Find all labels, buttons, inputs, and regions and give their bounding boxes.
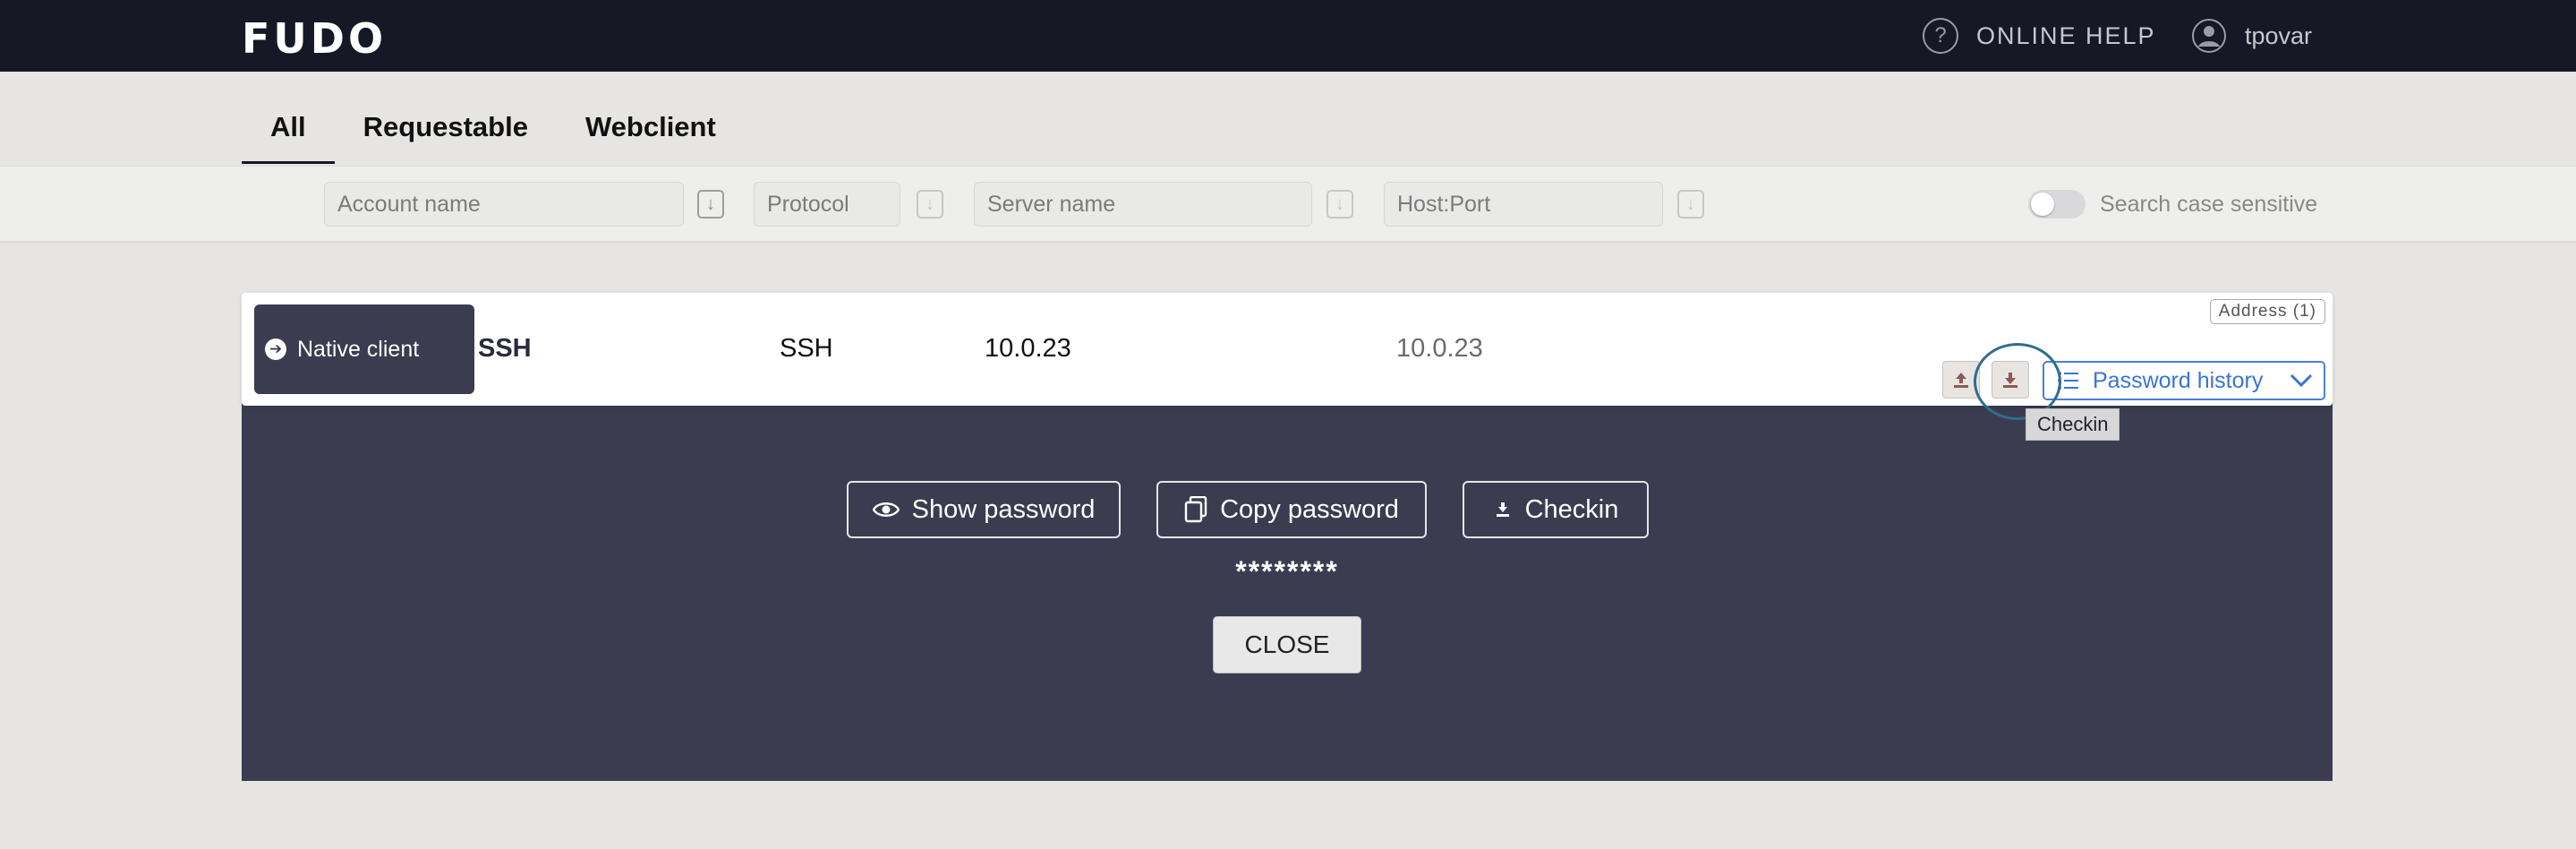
server-name-filter[interactable]: Server name bbox=[974, 182, 1312, 227]
user-avatar-icon bbox=[2192, 19, 2226, 53]
server-cell: 10.0.23 bbox=[985, 334, 1071, 363]
sort-protocol-button[interactable]: ↓ bbox=[917, 190, 943, 219]
online-help-label: ONLINE HELP bbox=[1976, 21, 2156, 49]
native-client-button[interactable]: ➔ Native client bbox=[254, 304, 474, 394]
password-history-label: Password history bbox=[2093, 367, 2264, 393]
sort-server-button[interactable]: ↓ bbox=[1326, 190, 1353, 219]
protocol-cell: SSH bbox=[780, 334, 833, 363]
tab-bar: All Requestable Webclient bbox=[242, 91, 773, 164]
host-cell: 10.0.23 bbox=[1396, 334, 1483, 363]
sort-arrow-icon: ↓ bbox=[706, 193, 715, 214]
tab-webclient[interactable]: Webclient bbox=[585, 91, 716, 164]
fudo-logo[interactable]: FUDO bbox=[242, 14, 387, 63]
case-sensitive-toggle[interactable] bbox=[2028, 190, 2086, 219]
arrow-right-icon: ➔ bbox=[265, 339, 286, 360]
eye-icon bbox=[872, 502, 900, 517]
password-history-dropdown[interactable]: Password history bbox=[2043, 361, 2325, 400]
download-icon bbox=[1496, 502, 1509, 517]
sort-host-button[interactable]: ↓ bbox=[1677, 190, 1704, 219]
checkin-tooltip: Checkin bbox=[2026, 408, 2120, 441]
close-button[interactable]: CLOSE bbox=[1213, 616, 1361, 673]
toggle-knob bbox=[2031, 193, 2054, 216]
username: tpovar bbox=[2245, 21, 2313, 49]
filter-bar: Account name ↓ Protocol ↓ Server name ↓ … bbox=[0, 166, 2576, 243]
copy-password-label: Copy password bbox=[1220, 494, 1399, 524]
address-badge[interactable]: Address (1) bbox=[2209, 299, 2325, 324]
show-password-button[interactable]: Show password bbox=[847, 481, 1121, 538]
upload-icon bbox=[1954, 373, 1968, 388]
account-name-filter[interactable]: Account name bbox=[324, 182, 684, 227]
show-password-label: Show password bbox=[911, 494, 1096, 524]
online-help-link[interactable]: ? ONLINE HELP bbox=[1923, 18, 2156, 54]
account-cell: SSH bbox=[478, 334, 532, 363]
checkin-button[interactable]: Checkin bbox=[1463, 481, 1649, 538]
chevron-down-icon bbox=[2290, 373, 2313, 388]
checkin-label: Checkin bbox=[1524, 494, 1619, 524]
case-sensitive-label: Search case sensitive bbox=[2100, 192, 2318, 217]
protocol-filter[interactable]: Protocol bbox=[754, 182, 900, 227]
copy-password-button[interactable]: Copy password bbox=[1156, 481, 1427, 538]
tab-requestable[interactable]: Requestable bbox=[363, 91, 528, 164]
sort-arrow-icon: ↓ bbox=[1686, 193, 1695, 214]
sort-arrow-icon: ↓ bbox=[925, 193, 934, 214]
top-bar: FUDO ? ONLINE HELP tpovar bbox=[0, 0, 2576, 72]
host-port-filter[interactable]: Host:Port bbox=[1384, 182, 1663, 227]
sort-account-button[interactable]: ↓ bbox=[697, 190, 724, 219]
sort-arrow-icon: ↓ bbox=[1335, 193, 1344, 214]
native-client-label: Native client bbox=[297, 336, 420, 362]
help-icon: ? bbox=[1923, 18, 1958, 54]
user-menu[interactable]: tpovar bbox=[2191, 18, 2312, 54]
tab-all[interactable]: All bbox=[242, 91, 335, 164]
masked-password: ******** bbox=[1235, 555, 1339, 587]
copy-icon bbox=[1184, 496, 1207, 523]
